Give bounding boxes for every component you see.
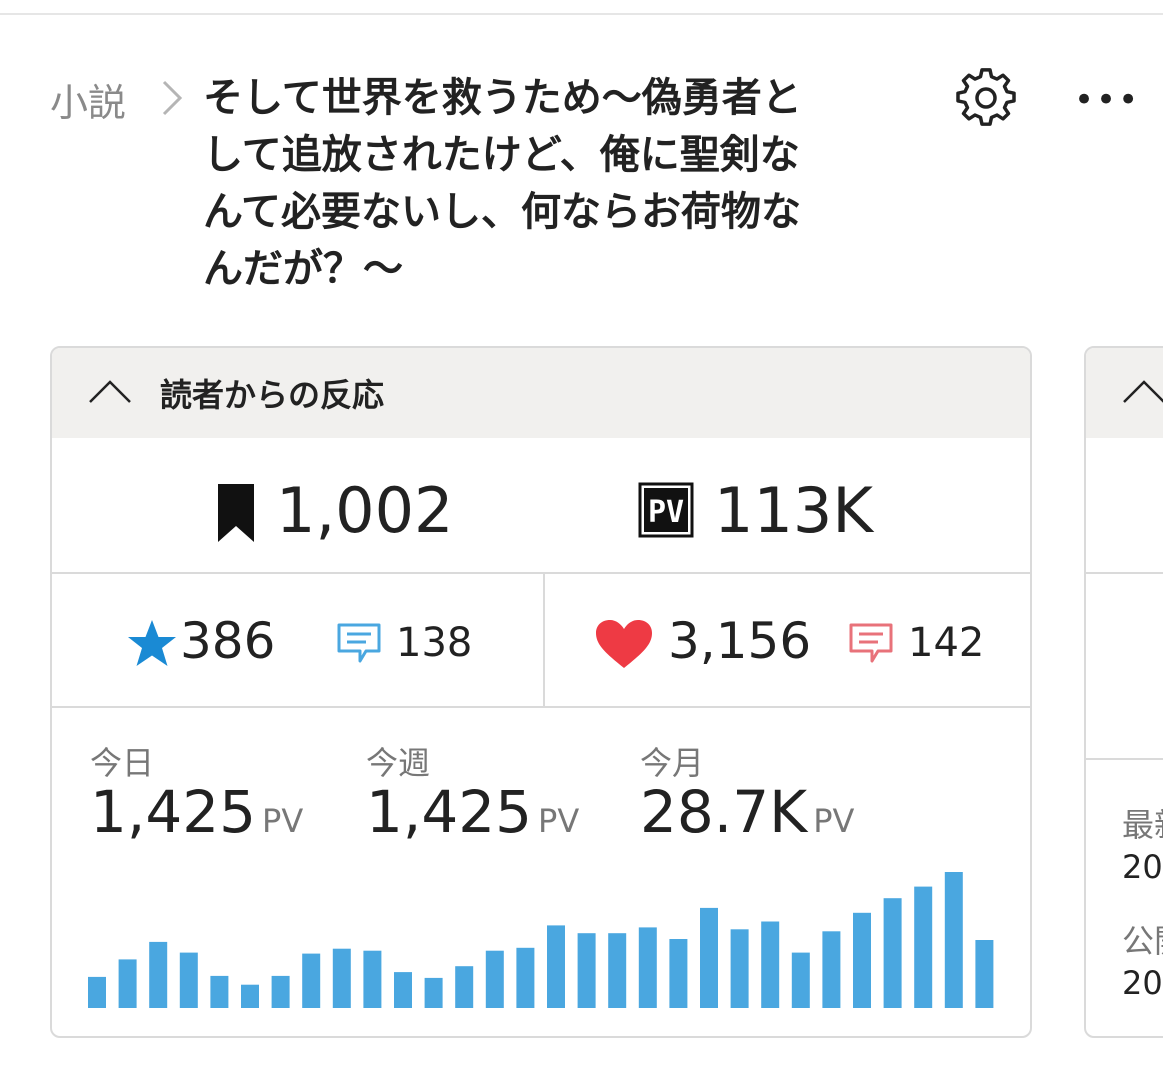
comment-icon [849, 623, 893, 663]
stat-value-week: 1,425 PV [366, 778, 579, 846]
title-line: して追放されたけど、俺に聖剣な [203, 132, 800, 178]
comment-icon [337, 623, 381, 663]
pv-bar [822, 931, 841, 1008]
pv-bar [761, 921, 780, 1008]
pv-icon-label: PV [648, 495, 684, 530]
pv-bar [608, 933, 627, 1008]
top-divider [0, 13, 1163, 15]
pv-total: 113K [714, 474, 873, 547]
pv-bar [271, 975, 290, 1008]
pv-bar [179, 952, 198, 1008]
chevron-up-icon[interactable] [88, 378, 132, 404]
breadcrumb[interactable]: 小説 [50, 72, 126, 127]
latest-value: 20 [1122, 848, 1163, 886]
stat-value-today: 1,425 PV [90, 778, 303, 846]
pv-bar [853, 912, 871, 1008]
star-icon [128, 620, 176, 666]
pv-bar [332, 948, 351, 1008]
pv-bar [516, 947, 535, 1008]
published-label: 公開 [1122, 922, 1163, 960]
bookmark-count: 1,002 [276, 474, 454, 547]
divider [1086, 758, 1163, 760]
stat-unit: PV [538, 802, 580, 840]
reactions-card-header[interactable]: 読者からの反応 [52, 348, 1030, 438]
star-count: 386 [180, 612, 276, 670]
pv-bar [914, 886, 933, 1008]
column-divider [543, 574, 545, 706]
pv-bar [485, 950, 504, 1008]
stat-number: 1,425 [366, 778, 533, 846]
pv-bar [975, 940, 994, 1008]
chevron-up-icon[interactable] [1122, 378, 1163, 404]
totals-row: 1,002 PV 113K [52, 438, 1030, 574]
pv-bar [577, 933, 596, 1008]
reactions-card: 読者からの反応 1,002 PV 113K 386 138 3,156 142 … [50, 346, 1032, 1038]
page-title: そして世界を救うため〜偽勇者と して追放されたけど、俺に聖剣な んて必要ないし、… [203, 70, 903, 298]
pv-icon: PV [638, 482, 694, 538]
pv-bar [424, 977, 443, 1008]
title-line: んだが？〜 [203, 246, 403, 292]
reactions-heading: 読者からの反応 [160, 376, 385, 414]
heart-icon [596, 620, 652, 668]
pv-bar [241, 984, 259, 1008]
reactions-row: 386 138 3,156 142 [52, 574, 1030, 708]
stat-unit: PV [262, 802, 304, 840]
pv-bar [210, 975, 229, 1008]
heart-count: 3,156 [668, 612, 812, 670]
pv-bar [638, 927, 657, 1008]
info-card: 最新 20 公開 20 [1084, 346, 1163, 1038]
divider [1086, 572, 1163, 574]
stat-number: 28.7K [640, 778, 808, 846]
pv-bar [118, 959, 137, 1008]
pv-bar [455, 966, 474, 1008]
info-card-header[interactable] [1086, 348, 1163, 438]
pv-bar [547, 925, 565, 1008]
title-line: そして世界を救うため〜偽勇者と [203, 75, 802, 121]
pv-bar [302, 953, 321, 1008]
pv-bar [700, 907, 718, 1008]
bookmark-icon [218, 484, 254, 542]
stat-number: 1,425 [90, 778, 257, 846]
pv-bar [394, 972, 412, 1008]
pv-bar [363, 950, 382, 1008]
pv-bar [88, 976, 106, 1008]
star-comment-count: 138 [396, 620, 473, 666]
pv-bar [669, 939, 688, 1008]
gear-icon[interactable] [956, 68, 1016, 128]
daily-pv-chart [88, 872, 994, 1008]
pv-bar [149, 941, 168, 1008]
pv-bar [883, 898, 902, 1008]
title-line: んて必要ないし、何ならお荷物な [203, 189, 801, 235]
stat-unit: PV [813, 802, 855, 840]
pv-bar [730, 929, 749, 1008]
more-options-button[interactable]: ••• [1074, 80, 1140, 120]
chevron-right-icon [162, 80, 183, 116]
latest-label: 最新 [1122, 806, 1163, 844]
published-value: 20 [1122, 964, 1163, 1002]
pv-bar [791, 952, 810, 1008]
pv-bar [944, 872, 963, 1008]
stat-value-month: 28.7K PV [640, 778, 854, 846]
heart-comment-count: 142 [908, 620, 985, 666]
